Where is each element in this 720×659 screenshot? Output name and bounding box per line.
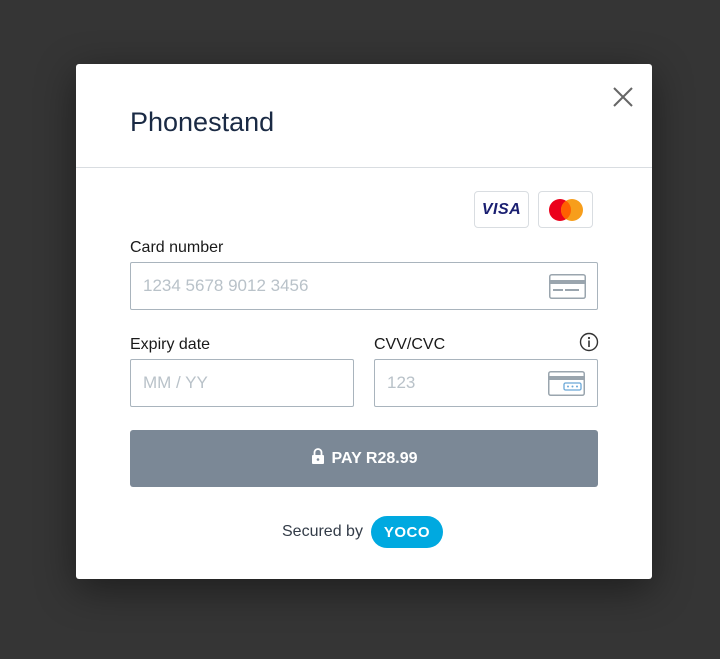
visa-logo: VISA (474, 191, 529, 228)
yoco-logo: YOCO (370, 516, 443, 548)
cvv-label: CVV/CVC (374, 336, 446, 353)
secured-by-text: Secured by (282, 523, 363, 540)
merchant-title: Phonestand (130, 107, 275, 137)
close-icon (613, 87, 633, 107)
pay-button[interactable]: PAY R28.99 (130, 430, 598, 487)
modal-header: Phonestand (76, 64, 652, 168)
expiry-label: Expiry date (130, 336, 211, 353)
cvv-field[interactable] (374, 359, 598, 407)
close-button[interactable] (610, 84, 636, 110)
yoco-logo-text: YOCO (383, 523, 431, 541)
secured-by: Secured by YOCO (282, 516, 443, 548)
card-number-label: Card number (130, 239, 224, 256)
card-number-input[interactable] (143, 263, 516, 309)
expiry-input[interactable] (143, 360, 321, 406)
expiry-field[interactable] (130, 359, 354, 407)
cvv-input[interactable] (387, 360, 521, 406)
card-number-field[interactable] (130, 262, 598, 310)
cvv-info-button[interactable] (579, 332, 599, 352)
mastercard-logo (538, 191, 593, 228)
mastercard-icon (548, 198, 583, 221)
payment-modal: Phonestand VISA Card number Expiry date (76, 64, 652, 579)
visa-logo-text: VISA (481, 200, 522, 218)
card-icon (549, 274, 586, 299)
cvv-card-icon (548, 371, 585, 396)
lock-icon (311, 448, 325, 469)
pay-button-label: PAY R28.99 (331, 449, 418, 467)
info-icon (579, 332, 599, 352)
